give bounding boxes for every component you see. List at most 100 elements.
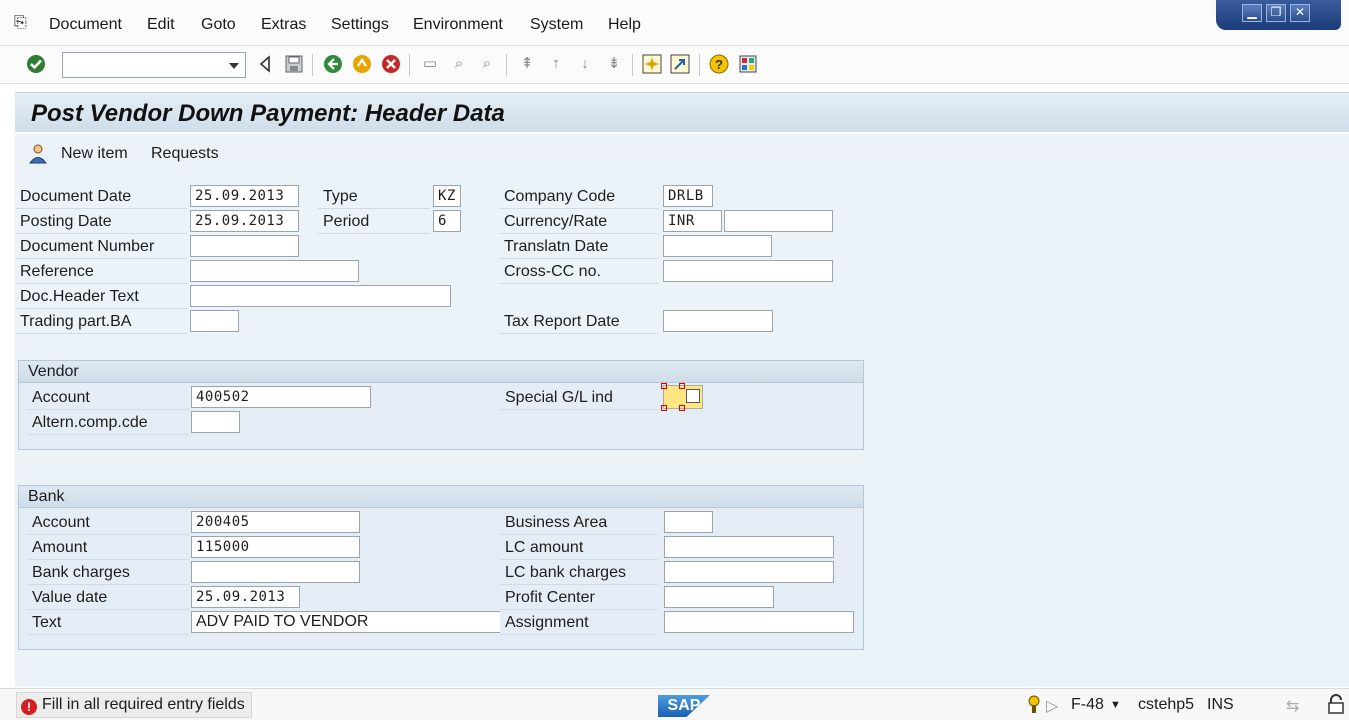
posting-date-field[interactable]: 25.09.2013 (190, 210, 299, 232)
bank-charges-field[interactable] (191, 561, 360, 583)
menu-help[interactable]: Help (608, 16, 641, 34)
vendor-group-title: Vendor (19, 361, 863, 383)
print-icon[interactable]: ▭ (420, 54, 440, 74)
amount-field[interactable]: 115000 (191, 536, 360, 558)
period-label: Period (318, 210, 430, 234)
help-icon[interactable]: ? (709, 54, 729, 74)
vendor-account-label: Account (27, 386, 189, 410)
vendor-group: Vendor Account 400502 Special G/L ind Al… (18, 360, 864, 450)
value-date-field[interactable]: 25.09.2013 (191, 586, 300, 608)
minimize-icon[interactable]: ▁ (1242, 4, 1262, 22)
text-field[interactable]: ADV PAID TO VENDOR (191, 611, 501, 633)
company-code-label: Company Code (499, 185, 659, 209)
toolbar-separator (699, 54, 700, 76)
customize-layout-icon[interactable] (738, 54, 758, 74)
menu-document[interactable]: Document (49, 16, 122, 34)
next-page-icon[interactable]: ↓ (575, 54, 595, 74)
doc-header-text-field[interactable] (190, 285, 451, 307)
lc-bank-charges-label: LC bank charges (500, 561, 658, 585)
close-icon[interactable]: ✕ (1290, 4, 1310, 22)
input-mode[interactable]: INS (1207, 696, 1234, 714)
first-page-icon[interactable]: ⇞ (517, 54, 537, 74)
cross-cc-label: Cross-CC no. (499, 260, 659, 284)
special-gl-field[interactable] (661, 383, 703, 411)
menu-goto[interactable]: Goto (201, 16, 236, 34)
last-page-icon[interactable]: ⇟ (604, 54, 624, 74)
create-session-icon[interactable] (642, 54, 662, 74)
document-date-field[interactable]: 25.09.2013 (190, 185, 299, 207)
type-field[interactable]: KZ (433, 185, 461, 207)
business-area-label: Business Area (500, 511, 658, 535)
period-field[interactable]: 6 (433, 210, 461, 232)
doc-header-text-label: Doc.Header Text (15, 285, 187, 309)
menu-environment[interactable]: Environment (413, 16, 503, 34)
translatn-date-field[interactable] (663, 235, 772, 257)
company-code-field[interactable]: DRLB (663, 185, 713, 207)
posting-date-label: Posting Date (15, 210, 187, 234)
lock-icon[interactable] (1327, 694, 1345, 719)
expand-status-icon[interactable]: ▷ (1046, 696, 1058, 716)
bank-account-label: Account (27, 511, 189, 535)
tax-report-date-label: Tax Report Date (499, 310, 659, 334)
cancel-icon[interactable] (381, 54, 401, 74)
currency-rate-label: Currency/Rate (499, 210, 659, 234)
business-area-field[interactable] (664, 511, 713, 533)
exit-icon[interactable] (352, 54, 372, 74)
chevron-down-icon[interactable]: ▼ (1110, 699, 1121, 711)
collapse-left-icon[interactable] (255, 54, 275, 74)
document-number-label: Document Number (15, 235, 187, 259)
menu-edit[interactable]: Edit (147, 16, 175, 34)
transaction-code[interactable]: F-48 (1071, 696, 1104, 714)
status-message[interactable]: ! Fill in all required entry fields (16, 692, 252, 718)
match-code-icon[interactable] (686, 389, 700, 403)
toolbar-separator (506, 54, 507, 76)
altern-comp-label: Altern.comp.cde (27, 411, 189, 435)
find-next-icon[interactable]: ⌕ (477, 54, 497, 74)
command-field[interactable] (62, 52, 246, 78)
bank-account-field[interactable]: 200405 (191, 511, 360, 533)
vendor-account-field[interactable]: 400502 (191, 386, 371, 408)
document-number-field[interactable] (190, 235, 299, 257)
profit-center-label: Profit Center (500, 586, 658, 610)
new-item-label: New item (61, 145, 128, 162)
special-gl-label: Special G/L ind (500, 386, 658, 410)
enter-checkmark-icon[interactable] (26, 54, 46, 74)
status-message-text: Fill in all required entry fields (42, 696, 245, 713)
system-info-icon[interactable] (1026, 695, 1042, 720)
bank-group: Bank Account 200405 Business Area Amount… (18, 485, 864, 650)
lc-amount-field[interactable] (664, 536, 834, 558)
reference-field[interactable] (190, 260, 359, 282)
lc-bank-charges-field[interactable] (664, 561, 834, 583)
system-menu-icon[interactable]: ⎘ (14, 14, 27, 32)
bank-charges-label: Bank charges (27, 561, 189, 585)
trading-part-field[interactable] (190, 310, 239, 332)
shortcut-icon[interactable] (670, 54, 690, 74)
menu-system[interactable]: System (530, 16, 583, 34)
currency-field[interactable]: INR (663, 210, 722, 232)
selection-handle (661, 383, 667, 389)
restore-icon[interactable]: ❐ (1266, 4, 1286, 22)
requests-button[interactable]: Requests (151, 145, 219, 163)
selection-handle (679, 383, 685, 389)
toolbar-separator (632, 54, 633, 76)
chevron-down-icon[interactable] (229, 63, 239, 69)
menu-settings[interactable]: Settings (331, 16, 389, 34)
menu-extras[interactable]: Extras (261, 16, 306, 34)
save-icon[interactable] (284, 54, 304, 74)
cross-cc-field[interactable] (663, 260, 833, 282)
find-icon[interactable]: ⌕ (449, 54, 469, 74)
reference-label: Reference (15, 260, 187, 284)
sap-logo: SAP (658, 695, 710, 717)
error-icon: ! (21, 699, 37, 715)
page-title: Post Vendor Down Payment: Header Data (31, 100, 505, 127)
previous-page-icon[interactable]: ↑ (546, 54, 566, 74)
tax-report-date-field[interactable] (663, 310, 773, 332)
exchange-rate-field[interactable] (724, 210, 833, 232)
altern-comp-field[interactable] (191, 411, 240, 433)
value-date-label: Value date (27, 586, 189, 610)
back-icon[interactable] (323, 54, 343, 74)
profit-center-field[interactable] (664, 586, 774, 608)
assignment-field[interactable] (664, 611, 854, 633)
text-label: Text (27, 611, 189, 635)
document-date-label: Document Date (15, 185, 187, 209)
